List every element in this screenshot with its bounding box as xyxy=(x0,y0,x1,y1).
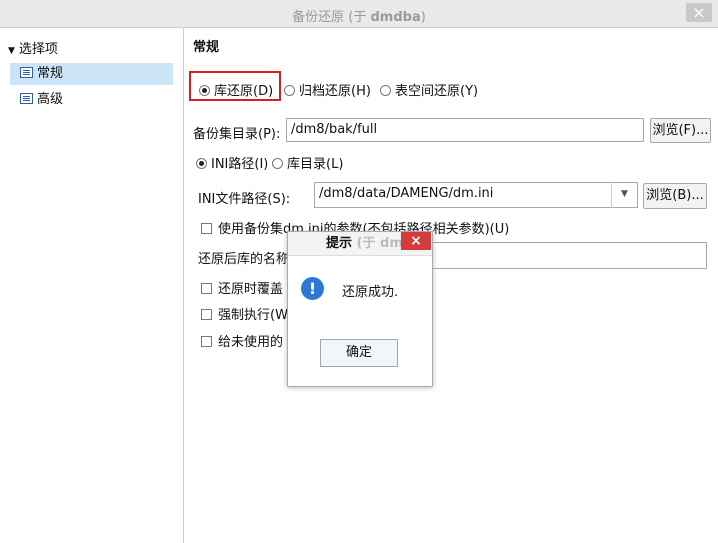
sidebar-root[interactable]: ▼ 选择项 xyxy=(8,38,58,57)
sidebar-root-label: 选择项 xyxy=(18,42,58,57)
radio-label: 表空间还原(Y) xyxy=(395,84,479,99)
highlight-box xyxy=(189,71,281,101)
sidebar: ▼ 选择项 常规 高级 xyxy=(0,28,184,543)
sidebar-item-general[interactable]: 常规 xyxy=(10,63,173,85)
radio-label: INI路径(I) xyxy=(211,157,269,172)
checkbox-label: 强制执行(W xyxy=(218,308,288,323)
overwrite-checkbox[interactable]: 还原时覆盖 xyxy=(201,278,283,297)
page-icon xyxy=(20,93,33,104)
radio-label: 归档还原(H) xyxy=(299,84,371,99)
radio-icon xyxy=(272,158,283,169)
close-icon: × xyxy=(692,3,706,22)
checkbox-label: 还原时覆盖 xyxy=(218,282,284,297)
sidebar-item-advanced[interactable]: 高级 xyxy=(10,89,173,111)
radio-icon-checked xyxy=(196,158,207,169)
checkbox-icon xyxy=(201,336,212,347)
ini-path-label: INI文件路径(S): xyxy=(198,192,291,207)
ini-path-combobox[interactable]: /dm8/data/DAMENG/dm.ini ▼ xyxy=(314,182,638,208)
window-title-prefix: 备份还原 (于 xyxy=(292,10,371,25)
window-titlebar: 备份还原 (于 dmdba) × xyxy=(0,0,718,28)
message-dialog: 提示 (于 dm × ! 还原成功. 确定 xyxy=(287,231,433,387)
window-close-button[interactable]: × xyxy=(686,3,712,22)
ini-path-value: /dm8/data/DAMENG/dm.ini xyxy=(319,186,494,201)
window-title-user: dmdba xyxy=(370,10,421,25)
dialog-close-button[interactable]: × xyxy=(401,232,431,250)
chevron-down-icon: ▼ xyxy=(8,46,15,56)
browse-ini-button[interactable]: 浏览(B)... xyxy=(643,183,707,209)
backup-dir-value: /dm8/bak/full xyxy=(291,122,378,137)
section-title: 常规 xyxy=(193,40,220,55)
restored-db-name-input[interactable] xyxy=(430,242,707,269)
sidebar-item-label: 高级 xyxy=(37,92,64,107)
radio-icon xyxy=(380,85,391,96)
checkbox-icon xyxy=(201,223,212,234)
window-title-suffix: ) xyxy=(420,10,426,25)
unused-checkbox[interactable]: 给未使用的 xyxy=(201,331,283,350)
page-icon xyxy=(20,67,33,78)
window-title: 备份还原 (于 dmdba) xyxy=(0,6,718,25)
radio-icon xyxy=(284,85,295,96)
dialog-message: 还原成功. xyxy=(342,285,399,300)
browse-backup-dir-button[interactable]: 浏览(F)... xyxy=(650,118,711,143)
radio-archive-restore[interactable]: 归档还原(H) xyxy=(284,80,371,99)
checkbox-icon xyxy=(201,309,212,320)
backup-dir-label: 备份集目录(P): xyxy=(193,127,281,142)
radio-db-dir[interactable]: 库目录(L) xyxy=(272,153,343,172)
sidebar-item-label: 常规 xyxy=(37,66,64,81)
checkbox-icon xyxy=(201,283,212,294)
backup-dir-input[interactable]: /dm8/bak/full xyxy=(286,118,644,142)
force-checkbox[interactable]: 强制执行(W xyxy=(201,304,288,323)
radio-ini-path[interactable]: INI路径(I) xyxy=(196,153,268,172)
radio-tablespace-restore[interactable]: 表空间还原(Y) xyxy=(380,80,478,99)
radio-label: 库目录(L) xyxy=(287,157,344,172)
ok-button[interactable]: 确定 xyxy=(320,339,398,367)
dropdown-arrow-icon[interactable]: ▼ xyxy=(611,182,637,208)
close-icon: × xyxy=(410,233,422,249)
dialog-title-extra: (于 dm xyxy=(352,236,403,251)
restored-db-name-label: 还原后库的名称 xyxy=(198,252,290,267)
checkbox-label: 给未使用的 xyxy=(218,335,284,350)
dialog-title: 提示 xyxy=(326,236,353,251)
info-icon: ! xyxy=(301,277,324,300)
